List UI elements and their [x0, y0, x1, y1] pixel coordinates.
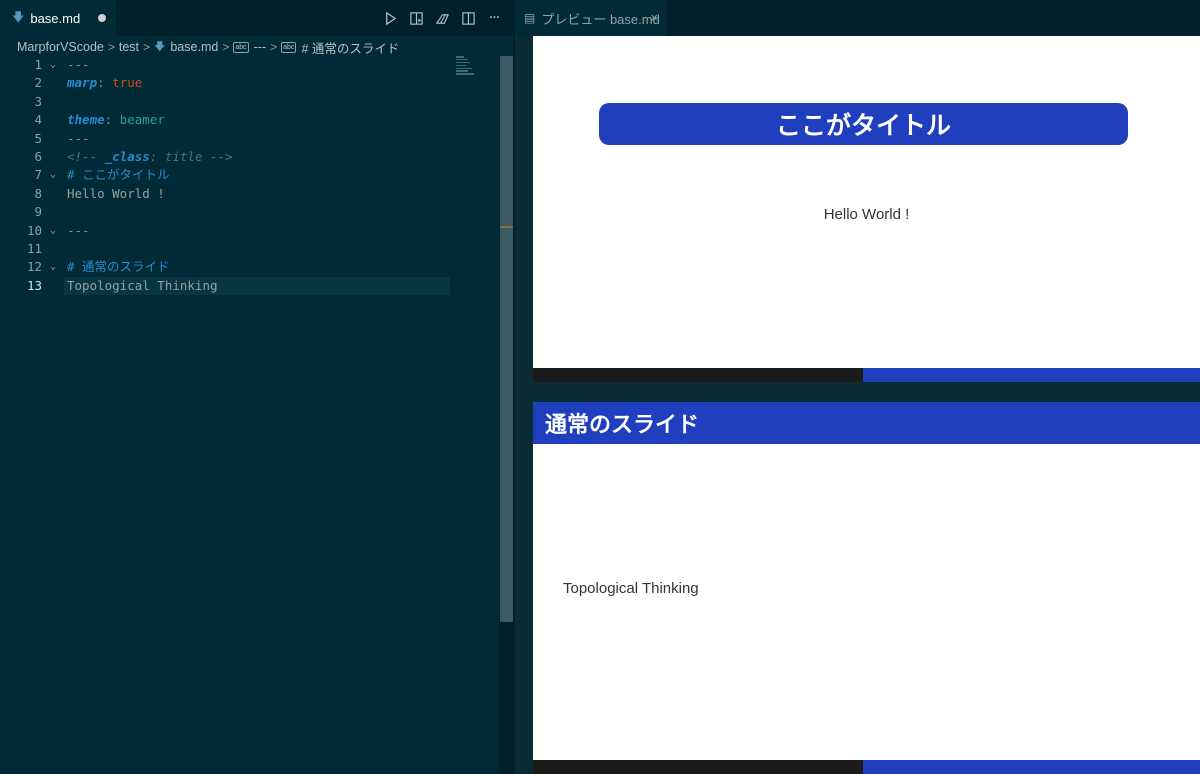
code-text: Hello World !	[67, 185, 165, 201]
breadcrumb-separator: >	[107, 40, 115, 54]
breadcrumb-section[interactable]: ---	[254, 40, 267, 54]
code-line[interactable]: 10 ⌄ ---	[0, 222, 500, 240]
yaml-value: beamer	[112, 112, 165, 128]
string-symbol-icon: abc	[281, 41, 297, 53]
code-line[interactable]: 4 theme: beamer	[0, 111, 500, 129]
code-text: # 通常のスライド	[67, 259, 170, 275]
code-text: # ここがタイトル	[67, 167, 170, 183]
code-line[interactable]: 1 ⌄ ---	[0, 56, 500, 74]
breadcrumb-separator: >	[222, 40, 230, 54]
line-number: 9	[34, 204, 42, 220]
breadcrumb-folder[interactable]: MarpforVScode	[17, 40, 104, 54]
breadcrumb-section[interactable]: # 通常のスライド	[301, 38, 399, 57]
code-text: theme: beamer	[67, 111, 165, 129]
markdown-icon: 🡇	[12, 9, 25, 24]
code-line-active[interactable]: 13 Topological Thinking	[0, 276, 500, 295]
line-number: 10	[26, 222, 42, 238]
minimap[interactable]	[456, 56, 476, 78]
breadcrumb-file[interactable]: base.md	[170, 40, 218, 54]
fold-chevron-icon[interactable]: ⌄	[50, 166, 62, 184]
code-text: Topological Thinking	[67, 277, 218, 293]
code-line[interactable]: 7 ⌄ # ここがタイトル	[0, 166, 500, 184]
slide-body-text: Topological Thinking	[563, 580, 699, 597]
line-number: 12	[26, 259, 42, 275]
yaml-value: true	[104, 75, 143, 91]
code-line[interactable]: 11	[0, 240, 500, 258]
code-line[interactable]: 3	[0, 93, 500, 111]
fold-chevron-icon[interactable]: ⌄	[50, 258, 62, 276]
slide-normal: 通常のスライド Topological Thinking	[533, 402, 1200, 774]
slide-heading: 通常のスライド	[533, 402, 1200, 444]
line-number: 2	[34, 75, 42, 91]
code-line[interactable]: 6 <!-- _class: title -->	[0, 148, 500, 166]
yaml-key: theme	[67, 112, 105, 128]
code-text: marp: true	[67, 74, 142, 92]
preview-icon: ▤	[524, 11, 536, 25]
slide-title-heading: ここがタイトル	[599, 103, 1128, 145]
scrollbar-cursor-marker	[500, 226, 513, 228]
line-number: 5	[34, 130, 42, 146]
slide-footer-blue	[863, 760, 1200, 774]
line-number: 3	[34, 93, 42, 109]
split-editor-icon[interactable]	[460, 10, 476, 26]
code-line[interactable]: 8 Hello World !	[0, 185, 500, 203]
preview-tab-bar: ▤ プレビュー base.md ×	[515, 0, 1200, 36]
slide-footer-dark	[533, 368, 863, 382]
breadcrumb-folder[interactable]: test	[119, 40, 139, 54]
tab-preview[interactable]: ▤ プレビュー base.md ×	[515, 0, 666, 36]
fold-chevron-icon[interactable]: ⌄	[50, 222, 62, 240]
markdown-icon: 🡇	[154, 40, 166, 53]
code-text: ---	[67, 222, 90, 238]
code-line[interactable]: 5 ---	[0, 130, 500, 148]
tab-base-md[interactable]: 🡇 base.md	[0, 0, 116, 36]
code-text: ---	[67, 130, 90, 146]
yaml-colon: :	[97, 75, 105, 91]
close-icon[interactable]: ×	[650, 10, 658, 25]
breadcrumb: MarpforVScode > test > 🡇 base.md > abc -…	[17, 37, 399, 57]
comment-open: <!--	[67, 148, 105, 164]
line-number: 7	[34, 167, 42, 183]
run-icon[interactable]	[382, 10, 398, 26]
marp-commands-icon[interactable]	[434, 10, 450, 26]
editor-tab-bar: 🡇 base.md ···	[0, 0, 514, 36]
tab-label: base.md	[30, 10, 81, 26]
open-preview-icon[interactable]	[408, 10, 424, 26]
yaml-key: marp	[67, 75, 98, 91]
string-symbol-icon: abc	[233, 41, 249, 53]
code-editor[interactable]: 1 ⌄ --- 2 marp: true 3 4 theme: beamer 5…	[0, 56, 500, 295]
line-number: 1	[34, 57, 42, 72]
editor-pane: 🡇 base.md ··· MarpforVScode > test > 🡇 b…	[0, 0, 514, 774]
editor-actions: ···	[382, 0, 502, 36]
slide-footer-blue	[863, 368, 1200, 382]
slide-title: ここがタイトル Hello World !	[533, 36, 1200, 382]
breadcrumb-separator: >	[270, 40, 278, 54]
slide-footer-dark	[533, 760, 863, 774]
line-number: 6	[34, 148, 42, 164]
code-text: <!-- _class: title -->	[67, 148, 233, 166]
fold-chevron-icon[interactable]: ⌄	[50, 56, 62, 74]
more-actions-icon[interactable]: ···	[486, 10, 502, 26]
code-line[interactable]: 2 marp: true	[0, 74, 500, 92]
vscode-window: 🡇 base.md ··· MarpforVScode > test > 🡇 b…	[0, 0, 1200, 774]
code-text: ---	[67, 57, 90, 72]
unsaved-dot-icon[interactable]	[98, 14, 106, 22]
preview-pane: ▤ プレビュー base.md × ここがタイトル Hello World ! …	[515, 0, 1200, 774]
directive-key: _class	[104, 148, 150, 164]
line-number: 4	[34, 112, 42, 128]
code-line[interactable]: 12 ⌄ # 通常のスライド	[0, 258, 500, 276]
line-number: 8	[34, 185, 42, 201]
tab-label: プレビュー base.md	[541, 11, 660, 27]
line-number: 13	[26, 277, 42, 293]
comment-rest: : title -->	[149, 148, 233, 164]
breadcrumb-separator: >	[143, 40, 151, 54]
code-line[interactable]: 9	[0, 203, 500, 221]
slide-body-text: Hello World !	[823, 206, 910, 223]
line-number: 11	[26, 240, 42, 256]
vertical-scrollbar-thumb[interactable]	[500, 56, 513, 622]
